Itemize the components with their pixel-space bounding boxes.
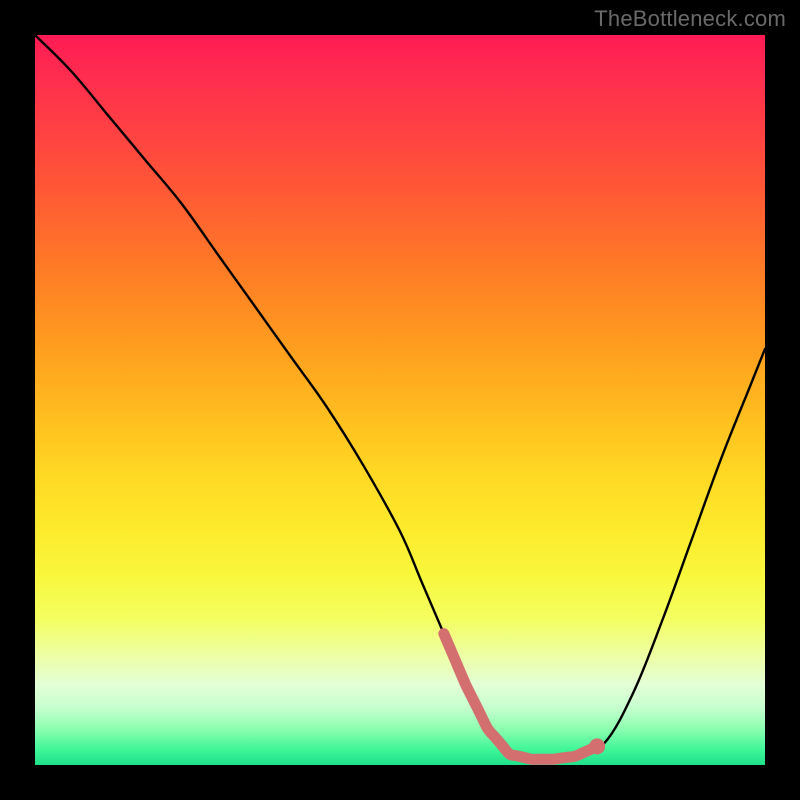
watermark-text: TheBottleneck.com <box>594 6 786 32</box>
bottleneck-curve-highlight <box>444 634 597 760</box>
chart-frame: TheBottleneck.com <box>0 0 800 800</box>
bottleneck-curve <box>35 35 765 760</box>
curve-layer <box>35 35 765 760</box>
highlight-dot <box>589 738 605 754</box>
curve-svg <box>35 35 765 765</box>
plot-area <box>35 35 765 765</box>
